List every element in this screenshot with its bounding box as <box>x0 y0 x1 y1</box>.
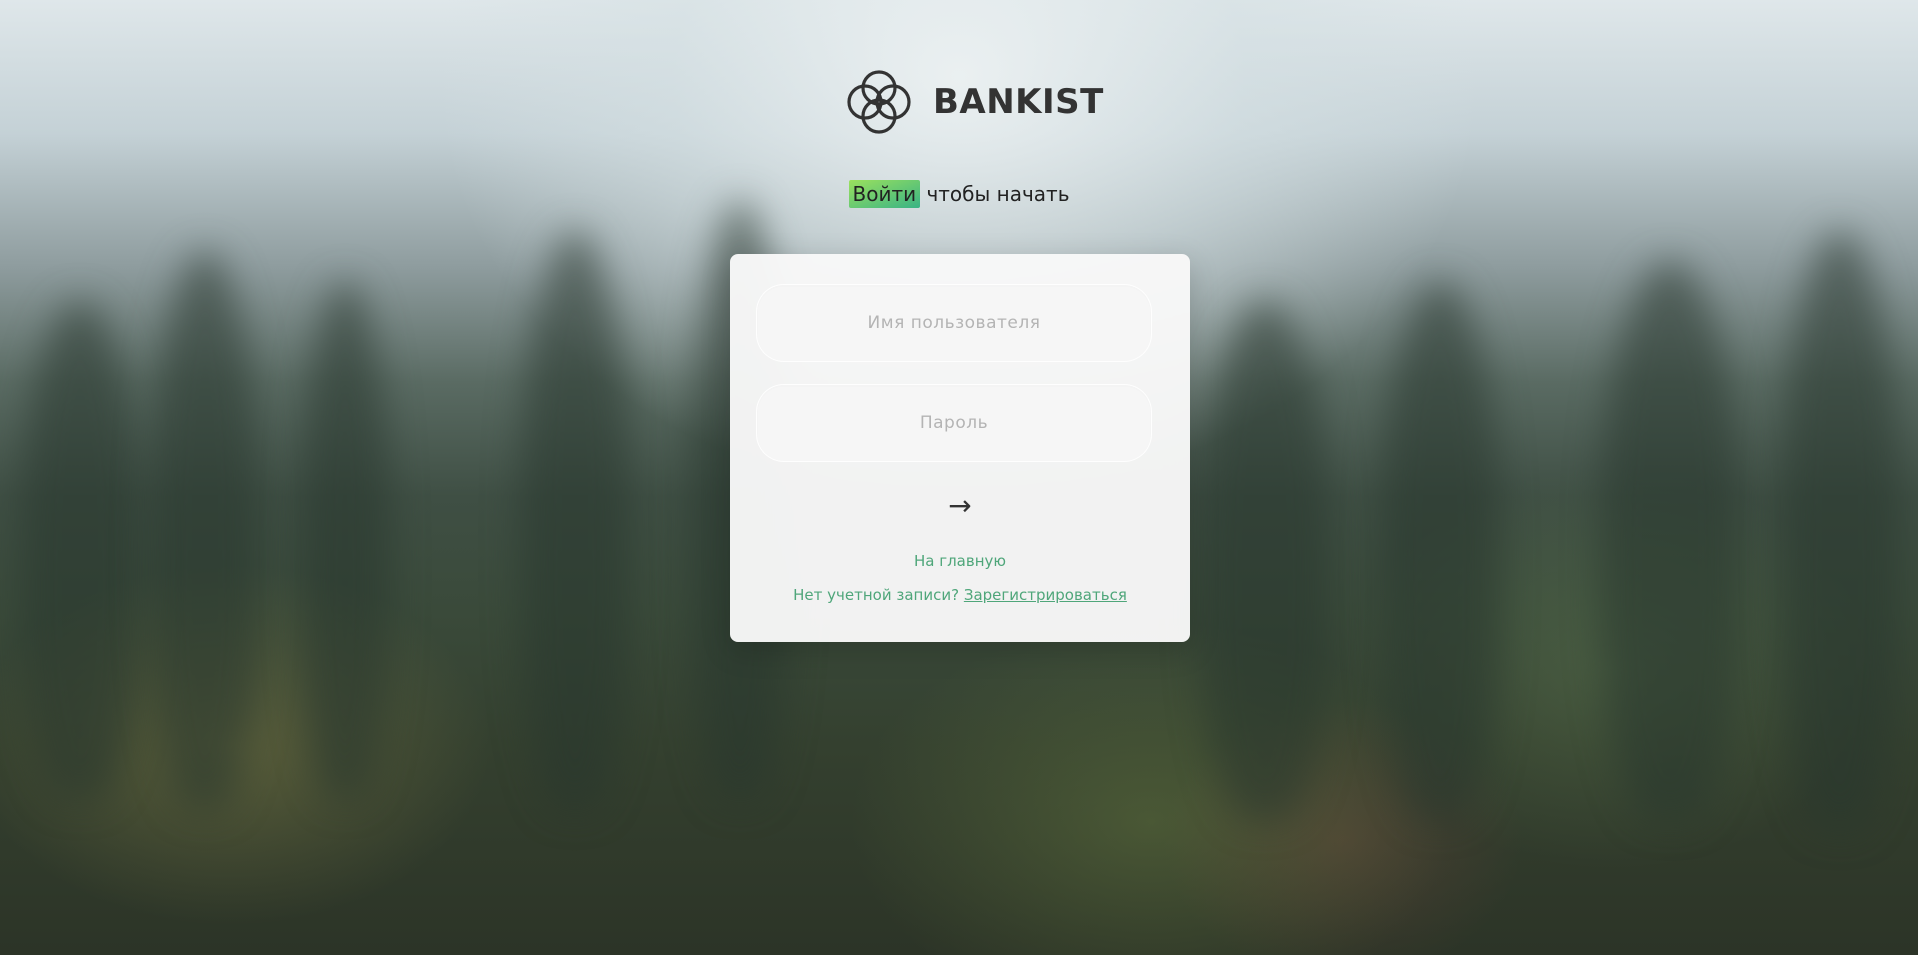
register-link[interactable]: Зарегистрироваться <box>964 586 1127 604</box>
arrow-right-icon: → <box>948 489 972 522</box>
login-card: → На главную Нет учетной записи? Зарегис… <box>730 254 1190 642</box>
brand-name: BANKIST <box>933 82 1104 122</box>
welcome-highlight: Войти <box>848 180 921 208</box>
username-input[interactable] <box>756 284 1152 362</box>
register-prompt: Нет учетной записи? Зарегистрироваться <box>730 586 1190 604</box>
welcome-rest: чтобы начать <box>920 182 1070 206</box>
four-circles-logo-icon <box>843 66 915 138</box>
welcome-heading: Войти чтобы начать <box>0 180 1918 208</box>
home-link[interactable]: На главную <box>730 552 1190 570</box>
password-input[interactable] <box>756 384 1152 462</box>
brand-logo: BANKIST <box>843 66 1104 138</box>
no-account-text: Нет учетной записи? <box>793 586 960 604</box>
login-submit-button[interactable]: → <box>930 486 990 526</box>
